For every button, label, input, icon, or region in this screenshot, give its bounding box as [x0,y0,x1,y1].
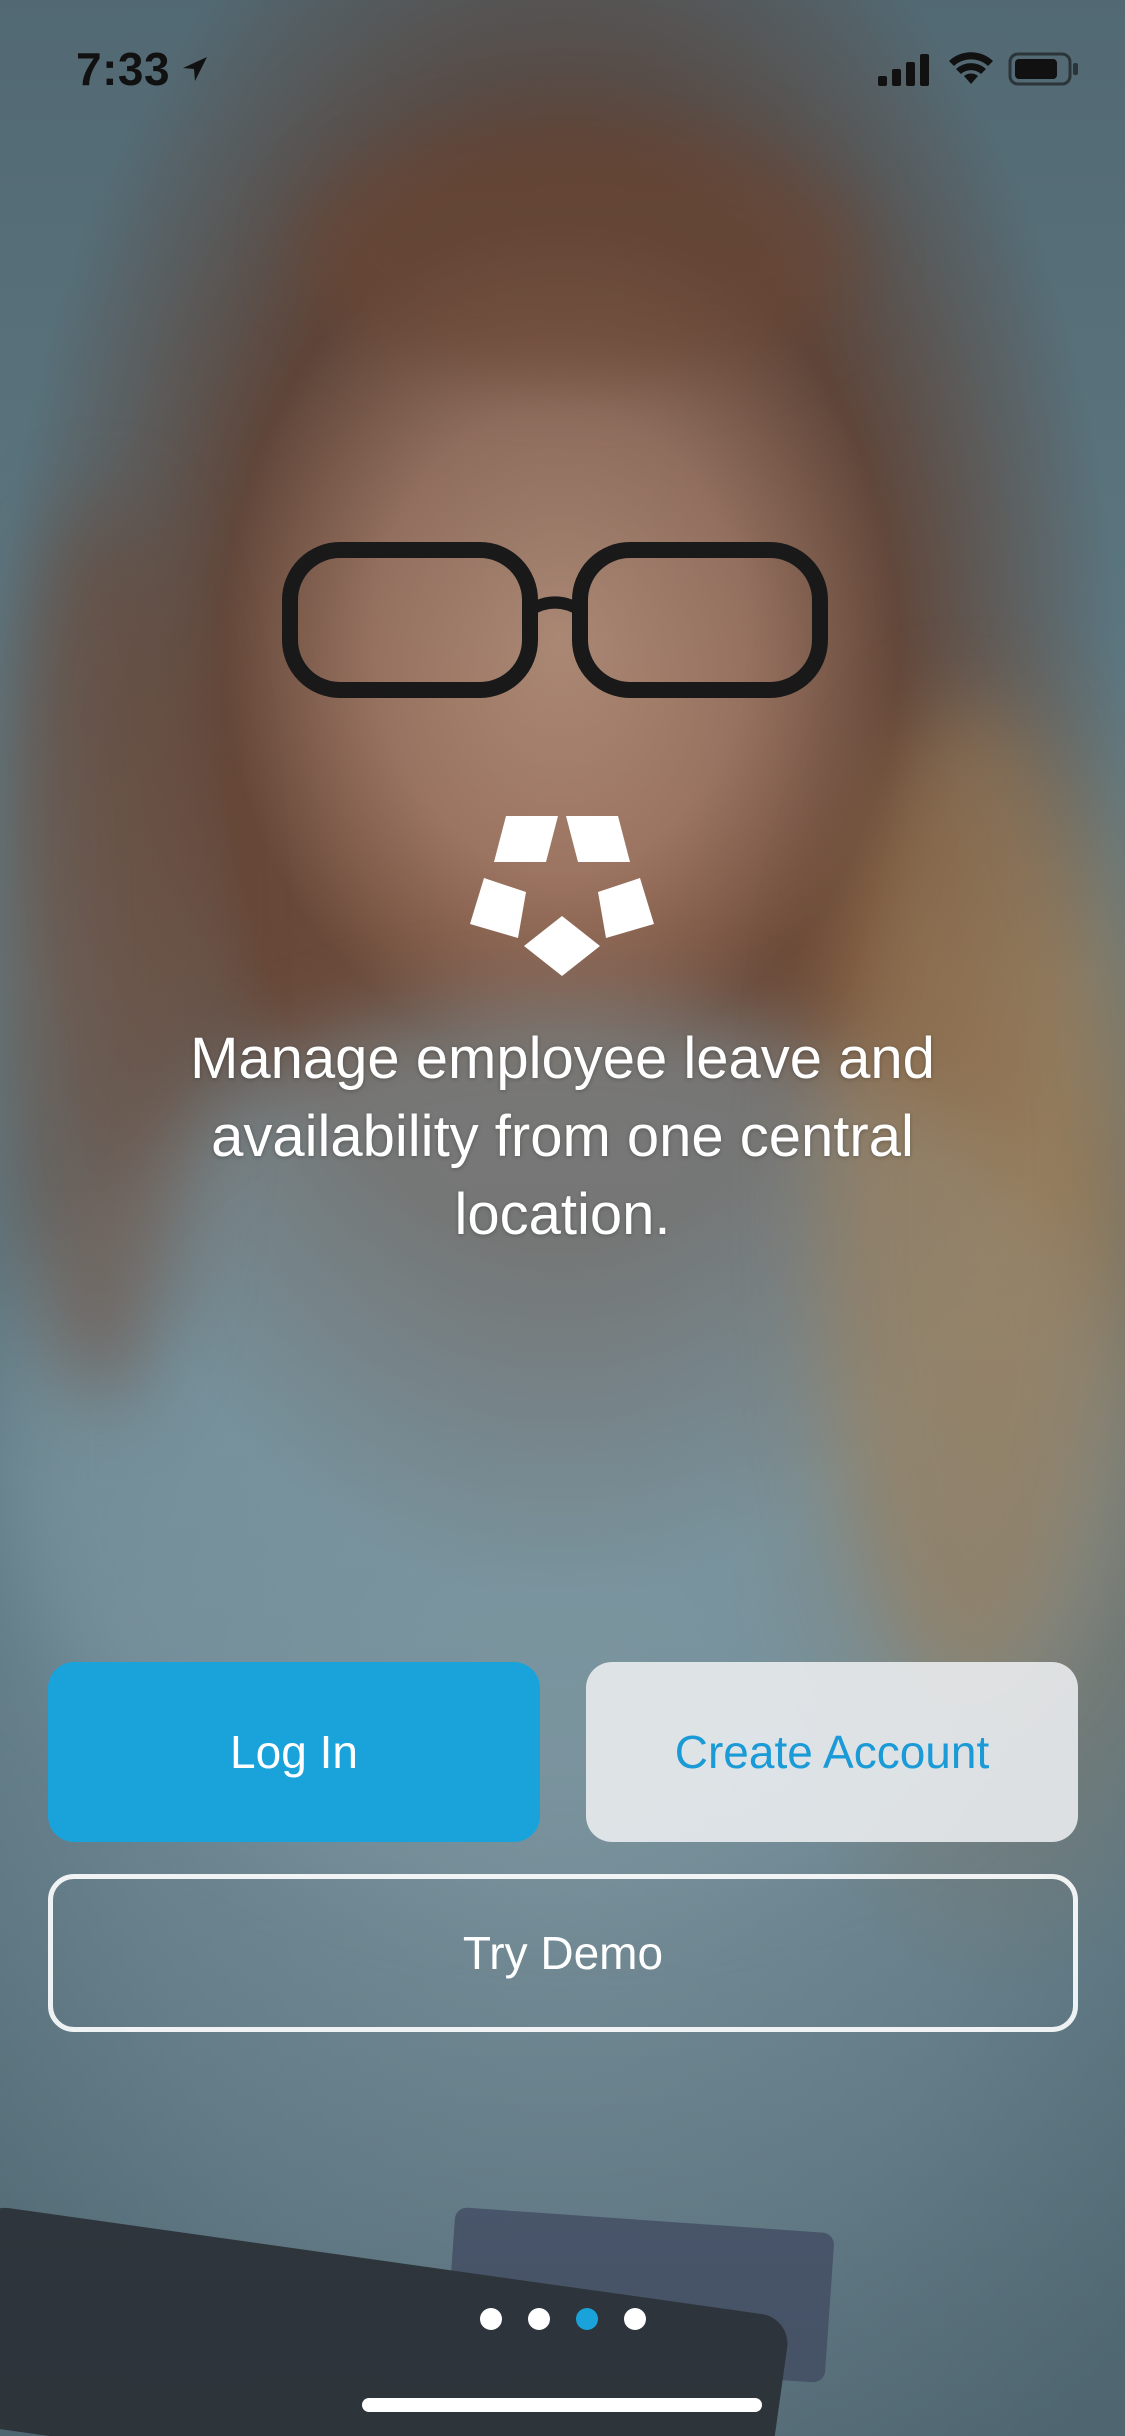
status-bar: 7:33 [0,0,1125,132]
page-dot[interactable] [623,2308,646,2330]
log-in-label: Log In [230,1726,358,1778]
pentagon-logo-icon [470,816,654,976]
create-account-label: Create Account [674,1726,990,1778]
cellular-signal-icon [878,54,929,86]
location-arrow-icon [183,57,207,81]
log-in-button[interactable]: Log In [48,1662,540,1842]
page-dot-active[interactable] [575,2308,598,2330]
wifi-icon [949,52,993,84]
onboarding-tagline: Manage employee leave and availability f… [190,1026,935,1247]
page-dot[interactable] [479,2308,502,2330]
create-account-button[interactable]: Create Account [586,1662,1078,1842]
home-indicator[interactable] [362,2398,762,2412]
battery-icon [1008,52,1078,86]
try-demo-label: Try Demo [462,1927,664,1979]
page-dot[interactable] [527,2308,550,2330]
page-indicator[interactable] [0,2308,1125,2332]
welcome-screen: 7:33 Manage employee leave and availabil… [0,0,1125,2436]
status-time: 7:33 [76,43,171,95]
try-demo-button[interactable]: Try Demo [48,1874,1078,2032]
